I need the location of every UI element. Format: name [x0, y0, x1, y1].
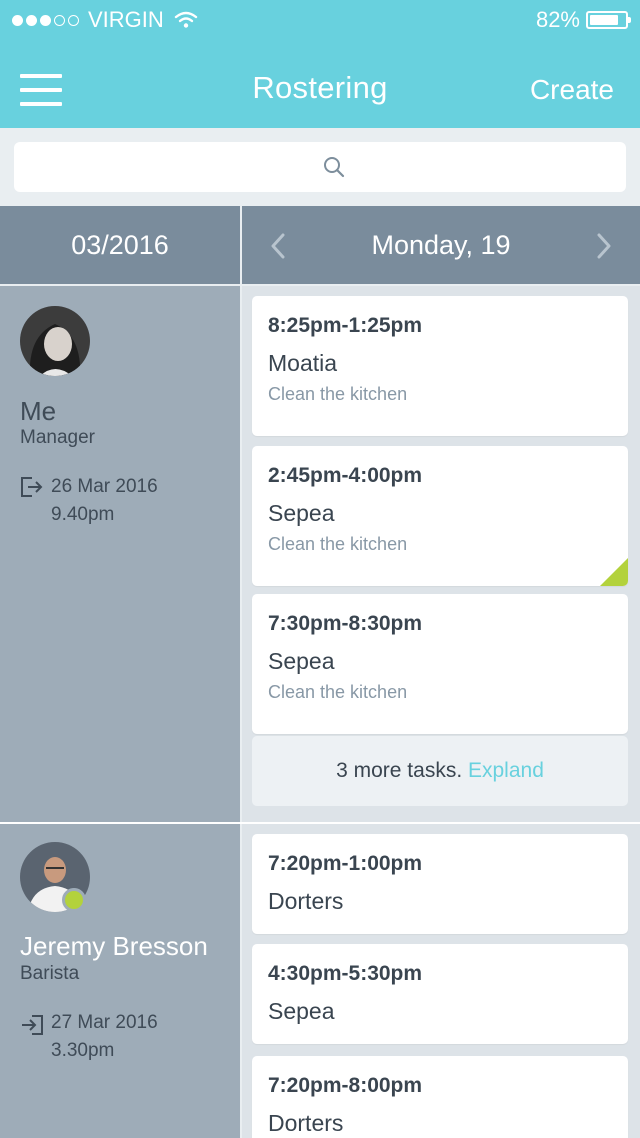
- carrier-info: VIRGIN: [12, 7, 198, 33]
- task-card[interactable]: 7:30pm-8:30pm Sepea Clean the kitchen: [252, 594, 628, 734]
- signal-dot: [12, 14, 23, 26]
- status-bar: VIRGIN 82%: [0, 0, 640, 40]
- task-card[interactable]: 7:20pm-1:00pm Dorters: [252, 834, 628, 934]
- task-location: Sepea: [268, 648, 335, 674]
- avatar: [20, 306, 90, 376]
- task-card[interactable]: 4:30pm-5:30pm Sepea: [252, 944, 628, 1044]
- battery-fill: [590, 15, 618, 25]
- person-panel-me[interactable]: Me Manager 26 Mar 2016 9.40pm: [0, 286, 240, 822]
- task-time: 2:45pm-4:00pm: [268, 464, 423, 487]
- battery-info: 82%: [535, 7, 631, 33]
- task-card[interactable]: 7:20pm-8:00pm Dorters: [252, 1056, 628, 1138]
- signal-dot: [40, 14, 51, 26]
- more-tasks-text: 3 more tasks.: [336, 759, 463, 782]
- battery-percent: 82%: [535, 7, 580, 32]
- task-location: Sepea: [268, 500, 335, 526]
- task-time: 7:20pm-1:00pm: [268, 852, 423, 875]
- task-card[interactable]: 8:25pm-1:25pm Moatia Clean the kitchen: [252, 296, 628, 436]
- person-date: 26 Mar 2016: [51, 476, 158, 497]
- task-location: Moatia: [268, 350, 338, 376]
- tasks-column-jeremy: 7:20pm-1:00pm Dorters 4:30pm-5:30pm Sepe…: [242, 824, 640, 1138]
- day-selector: Monday, 19: [242, 206, 640, 284]
- next-day-icon[interactable]: [594, 232, 614, 260]
- sign-in-icon: [22, 1015, 43, 1035]
- carrier-name: VIRGIN: [88, 7, 164, 32]
- current-day: Monday, 19: [371, 230, 511, 260]
- app-header: VIRGIN 82% Rostering Create: [0, 0, 640, 128]
- person-time: 3.30pm: [51, 1040, 115, 1061]
- person-time: 9.40pm: [51, 504, 115, 525]
- expand-link[interactable]: Expland: [468, 759, 544, 782]
- battery-icon: [586, 11, 631, 29]
- task-description: Clean the kitchen: [268, 682, 408, 702]
- wifi-icon: [174, 11, 197, 28]
- signal-dot: [54, 14, 65, 26]
- person-name: Me: [20, 396, 57, 426]
- person-date: 27 Mar 2016: [51, 1012, 158, 1033]
- create-button[interactable]: Create: [530, 74, 614, 106]
- task-location: Dorters: [268, 1110, 344, 1136]
- nav-bar: Rostering Create: [0, 40, 640, 128]
- task-card[interactable]: 2:45pm-4:00pm Sepea Clean the kitchen: [252, 446, 628, 586]
- sign-out-icon: [21, 477, 43, 497]
- task-location: Dorters: [268, 888, 344, 914]
- person-role: Manager: [20, 427, 95, 448]
- person-panel-jeremy[interactable]: Jeremy Bresson Barista 27 Mar 2016 3.30p…: [0, 824, 240, 1138]
- signal-dot: [26, 14, 37, 26]
- month-selector[interactable]: 03/2016: [0, 206, 240, 284]
- task-description: Clean the kitchen: [268, 384, 408, 404]
- task-time: 7:30pm-8:30pm: [268, 612, 423, 635]
- task-location: Sepea: [268, 998, 335, 1024]
- person-name: Jeremy Bresson: [20, 931, 208, 961]
- task-description: Clean the kitchen: [268, 534, 408, 554]
- search-icon: [324, 157, 345, 178]
- signal-icon: [12, 14, 82, 26]
- flag-corner-icon: [600, 558, 628, 586]
- date-bar: 03/2016 Monday, 19: [0, 206, 640, 284]
- more-tasks-box: 3 more tasks. Expland: [252, 736, 628, 806]
- signal-dot: [68, 14, 79, 26]
- person-role: Barista: [20, 963, 80, 984]
- search-input[interactable]: [14, 142, 626, 192]
- online-status-icon: [62, 888, 86, 912]
- task-time: 7:20pm-8:00pm: [268, 1074, 423, 1097]
- tasks-column-me: 8:25pm-1:25pm Moatia Clean the kitchen 2…: [242, 286, 640, 822]
- task-time: 4:30pm-5:30pm: [268, 962, 423, 985]
- task-time: 8:25pm-1:25pm: [268, 314, 423, 337]
- search-section: [0, 128, 640, 206]
